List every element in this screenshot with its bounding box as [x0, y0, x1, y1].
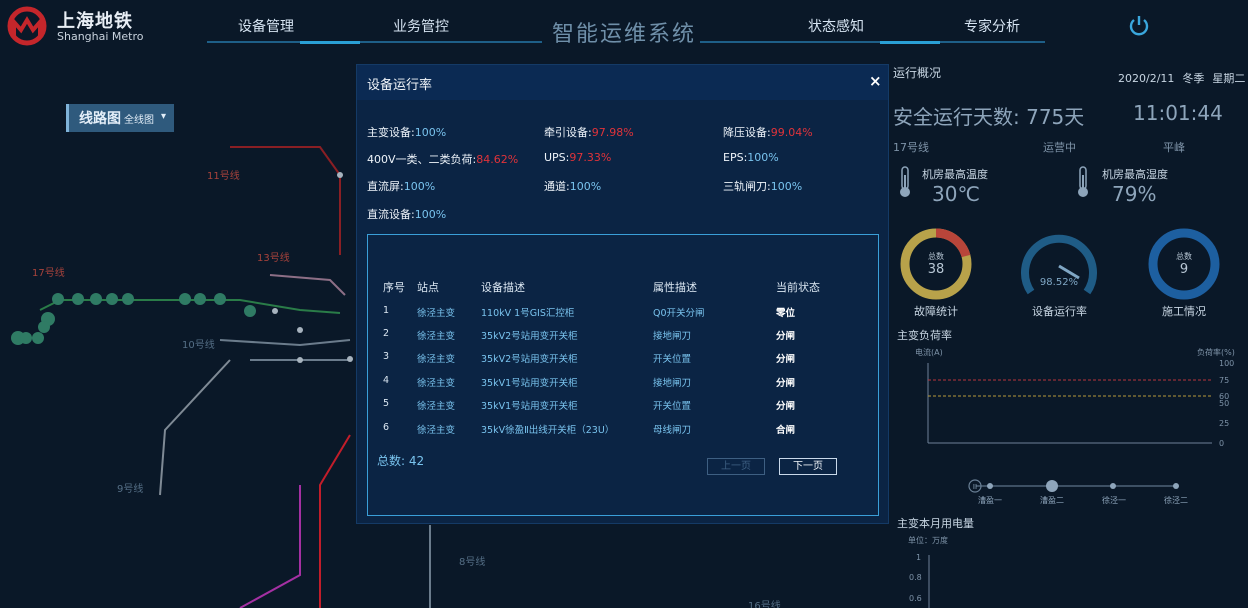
gauge-inner-label: 总数: [1176, 251, 1192, 261]
stat-traction: 牵引设备:97.98%: [544, 126, 634, 139]
brand-name-en: Shanghai Metro: [57, 30, 144, 43]
line-map-title: 线路图: [79, 111, 121, 127]
gauge-caption: 施工情况: [1162, 305, 1206, 318]
header: 上海地铁 Shanghai Metro 设备管理 业务管控 智能运维系统 状态感…: [0, 0, 1248, 60]
metro-line-9: [159, 359, 231, 496]
close-icon[interactable]: ×: [869, 72, 882, 90]
energy-axis: [928, 555, 930, 608]
thermometer-icon: [900, 166, 910, 197]
shanghai-metro-logo: [7, 6, 47, 46]
temperature-label: 机房最高温度: [922, 168, 988, 181]
line-map-scope: 全线图: [124, 115, 154, 126]
next-page-button[interactable]: 下一页: [779, 458, 837, 475]
svg-text:II: II: [973, 483, 977, 491]
map-line-label: 11号线: [207, 171, 240, 182]
load-tick: 100: [1219, 359, 1235, 368]
stat-400v-load: 400V一类、二类负荷:84.62%: [367, 153, 519, 166]
map-line-label: 17号线: [32, 268, 65, 279]
stat-main-transformer: 主变设备:100%: [367, 126, 447, 139]
timeline-item[interactable]: 漕盈一: [978, 495, 1002, 506]
overview-title: 运行概况: [893, 66, 942, 80]
load-tick: 50: [1219, 399, 1230, 408]
safe-operation-days: 安全运行天数: 775天: [893, 105, 1085, 129]
nav-device-management[interactable]: 设备管理: [238, 16, 294, 36]
nav-business-control[interactable]: 业务管控: [393, 16, 449, 36]
metro-line-red: [319, 434, 351, 608]
stat-third-rail-switch: 三轨闸刀:100%: [723, 180, 803, 193]
gauge-caption: 故障统计: [914, 305, 958, 318]
metro-line-13: [269, 274, 346, 296]
dialog-title: 设备运行率: [367, 78, 433, 93]
metro-line-10a: [219, 339, 351, 347]
energy-tick: 0.6: [909, 594, 922, 603]
power-icon[interactable]: [1127, 14, 1151, 38]
prev-page-button[interactable]: 上一页: [707, 458, 765, 475]
construction-status-gauge[interactable]: 总数 9: [1146, 226, 1222, 302]
humidity-label: 机房最高湿度: [1102, 168, 1168, 181]
nav-divider-left: [207, 41, 542, 43]
temperature-value: 30℃: [932, 182, 980, 206]
stat-dc-equipment: 直流设备:100%: [367, 208, 447, 221]
energy-unit: 单位：万度: [908, 536, 948, 545]
overview-date: 2020/2/11 冬季 星期二: [1118, 72, 1246, 85]
map-line-label: 13号线: [257, 253, 290, 264]
gauge-value: 98.52%: [1040, 277, 1078, 288]
gauge-value: 38: [928, 262, 945, 277]
system-title: 智能运维系统: [552, 22, 697, 47]
load-tick: 0: [1219, 439, 1225, 448]
substation-timeline: II: [968, 479, 1179, 493]
nav-accent-right: [880, 41, 940, 44]
metro-line-purple: [239, 485, 301, 608]
map-line-label: 16号线: [748, 601, 781, 608]
table-header-attribute: 属性描述: [653, 281, 697, 294]
gauge-inner-label: 总数: [928, 251, 944, 261]
humidity-thermometer-icon: [1078, 166, 1088, 197]
current-line: 17号线: [893, 141, 929, 154]
table-header-status: 当前状态: [776, 281, 820, 294]
dialog-header: 设备运行率 ×: [357, 65, 888, 100]
nav-accent-left: [300, 41, 360, 44]
load-rate-chart: [927, 363, 1212, 444]
current-time: 11:01:44: [1133, 101, 1223, 125]
energy-usage-title: 主变本月用电量: [897, 517, 974, 530]
map-line-label: 10号线: [182, 340, 215, 351]
load-rate-title: 主变负荷率: [897, 329, 952, 342]
gauge-caption: 设备运行率: [1032, 305, 1087, 318]
nav-divider-right: [700, 41, 1045, 43]
timeline-item[interactable]: 徐泾二: [1164, 495, 1188, 506]
timeline-item[interactable]: 漕盈二: [1040, 495, 1064, 506]
metro-line-11: [230, 146, 341, 255]
metro-station-cluster: [11, 293, 256, 345]
humidity-value: 79%: [1112, 182, 1157, 206]
equipment-running-rate-gauge[interactable]: 98.52%: [1019, 226, 1099, 302]
stat-dc-panel: 直流屏:100%: [367, 180, 436, 193]
load-tick: 25: [1219, 419, 1230, 428]
equipment-running-rate-dialog: 设备运行率 × 主变设备:100% 牵引设备:97.98% 降压设备:99.04…: [356, 64, 889, 524]
table-header-no: 序号: [383, 281, 405, 294]
load-tick: 75: [1219, 376, 1230, 385]
fault-statistics-gauge[interactable]: 总数 38: [898, 226, 974, 302]
nav-expert-analysis[interactable]: 专家分析: [964, 16, 1020, 36]
energy-tick: 1: [916, 553, 922, 562]
gauge-value: 9: [1180, 262, 1188, 277]
stat-ups: UPS:97.33%: [544, 151, 612, 164]
stat-step-down: 降压设备:99.04%: [723, 126, 813, 139]
stat-channel: 通道:100%: [544, 180, 602, 193]
peak-status: 平峰: [1163, 141, 1185, 154]
line-map-selector[interactable]: 线路图 全线图 ▾: [66, 104, 174, 132]
total-count: 总数: 42: [377, 454, 425, 468]
stat-eps: EPS:100%: [723, 151, 779, 164]
caret-down-icon: ▾: [161, 111, 167, 122]
operation-status: 运营中: [1043, 141, 1076, 154]
timeline-item[interactable]: 徐泾一: [1102, 495, 1126, 506]
table-header-device: 设备描述: [481, 281, 525, 294]
map-line-label: 9号线: [117, 484, 144, 495]
table-header-station: 站点: [417, 281, 439, 294]
map-line-label: 8号线: [459, 557, 486, 568]
nav-status-perception[interactable]: 状态感知: [808, 16, 864, 36]
energy-tick: 0.8: [909, 573, 922, 582]
